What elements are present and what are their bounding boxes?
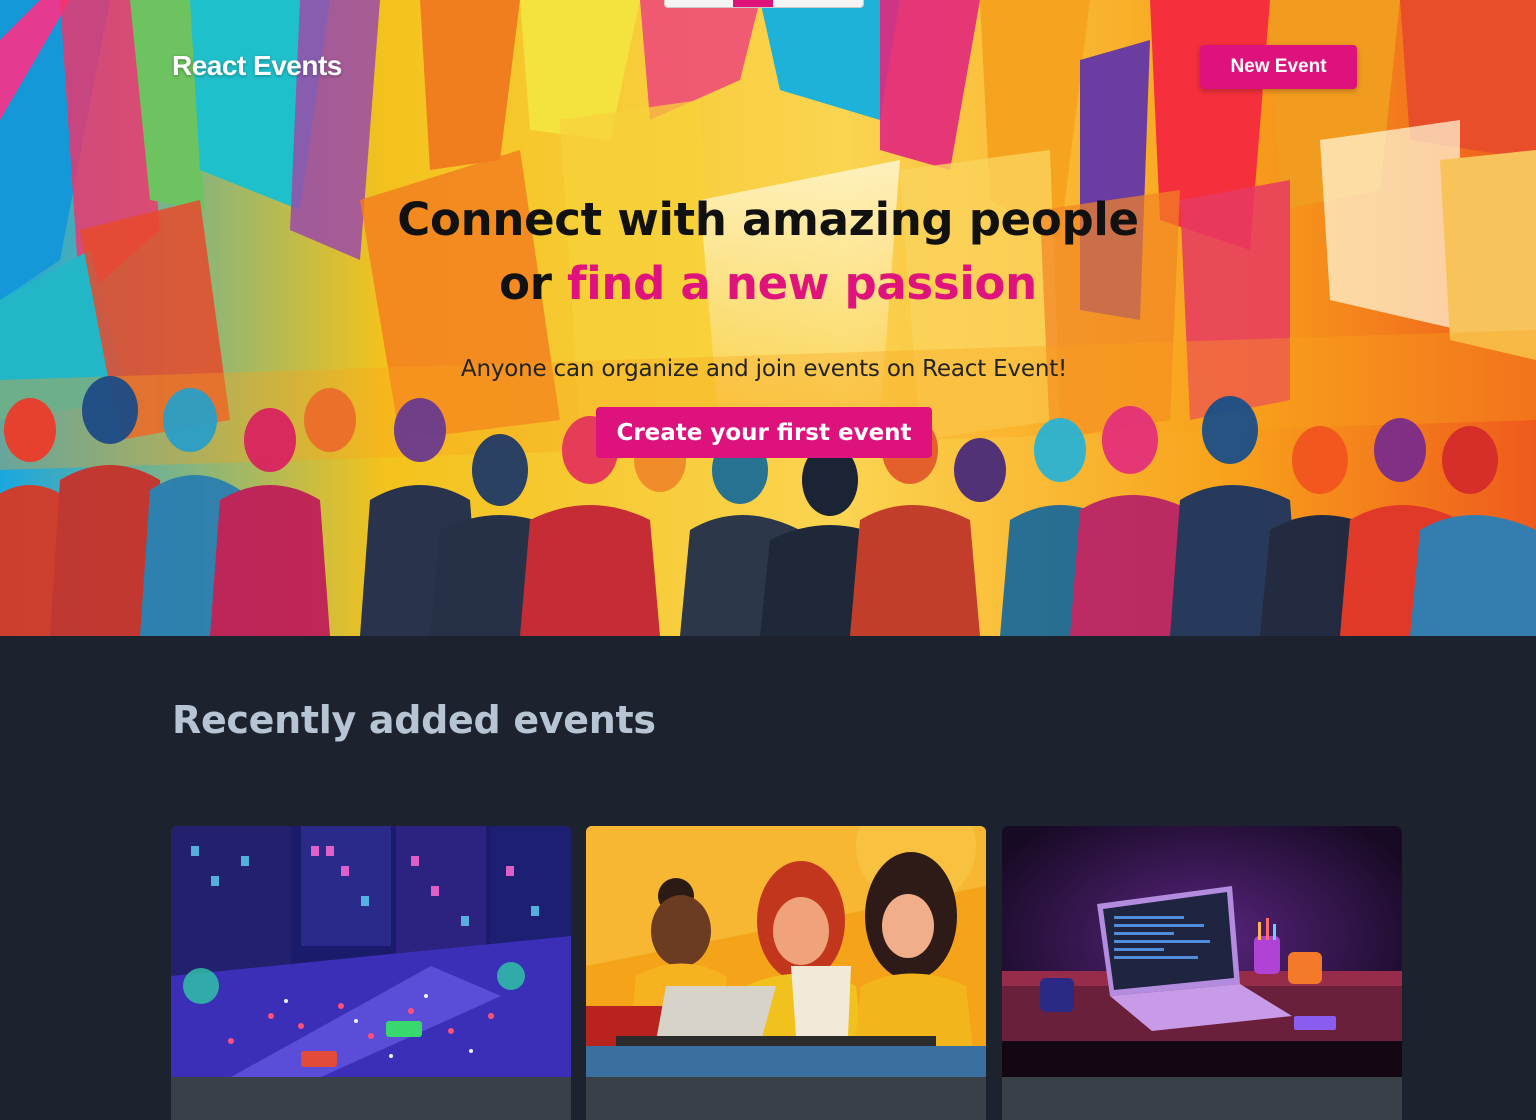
event-card[interactable] <box>1002 826 1402 1120</box>
headline-line-2-accent: find a new passion <box>567 257 1037 310</box>
recent-events-title: Recently added events <box>172 698 656 742</box>
event-card-footer <box>1002 1077 1402 1120</box>
crowd-illustration <box>0 0 1536 636</box>
women-laptops-illustration <box>586 826 986 1077</box>
event-card[interactable] <box>171 826 571 1120</box>
laptop-desk-illustration <box>1002 826 1402 1077</box>
create-first-event-button[interactable]: Create your first event <box>596 407 932 458</box>
hero-section: React Events New Event Connect with amaz… <box>0 0 1536 636</box>
new-event-button[interactable]: New Event <box>1200 45 1357 89</box>
brand-logo[interactable]: React Events <box>172 50 342 82</box>
event-card-footer <box>171 1077 571 1120</box>
headline-line-1: Connect with amazing people <box>397 193 1139 246</box>
event-card[interactable] <box>586 826 986 1120</box>
indicator-active-mark <box>733 0 773 7</box>
hero-headline: Connect with amazing people or find a ne… <box>268 188 1268 316</box>
night-city-illustration <box>171 826 571 1077</box>
event-card-footer <box>586 1077 986 1120</box>
headline-line-2-prefix: or <box>499 257 552 310</box>
top-scroll-indicator <box>664 0 864 8</box>
hero-subtitle: Anyone can organize and join events on R… <box>460 356 1068 382</box>
